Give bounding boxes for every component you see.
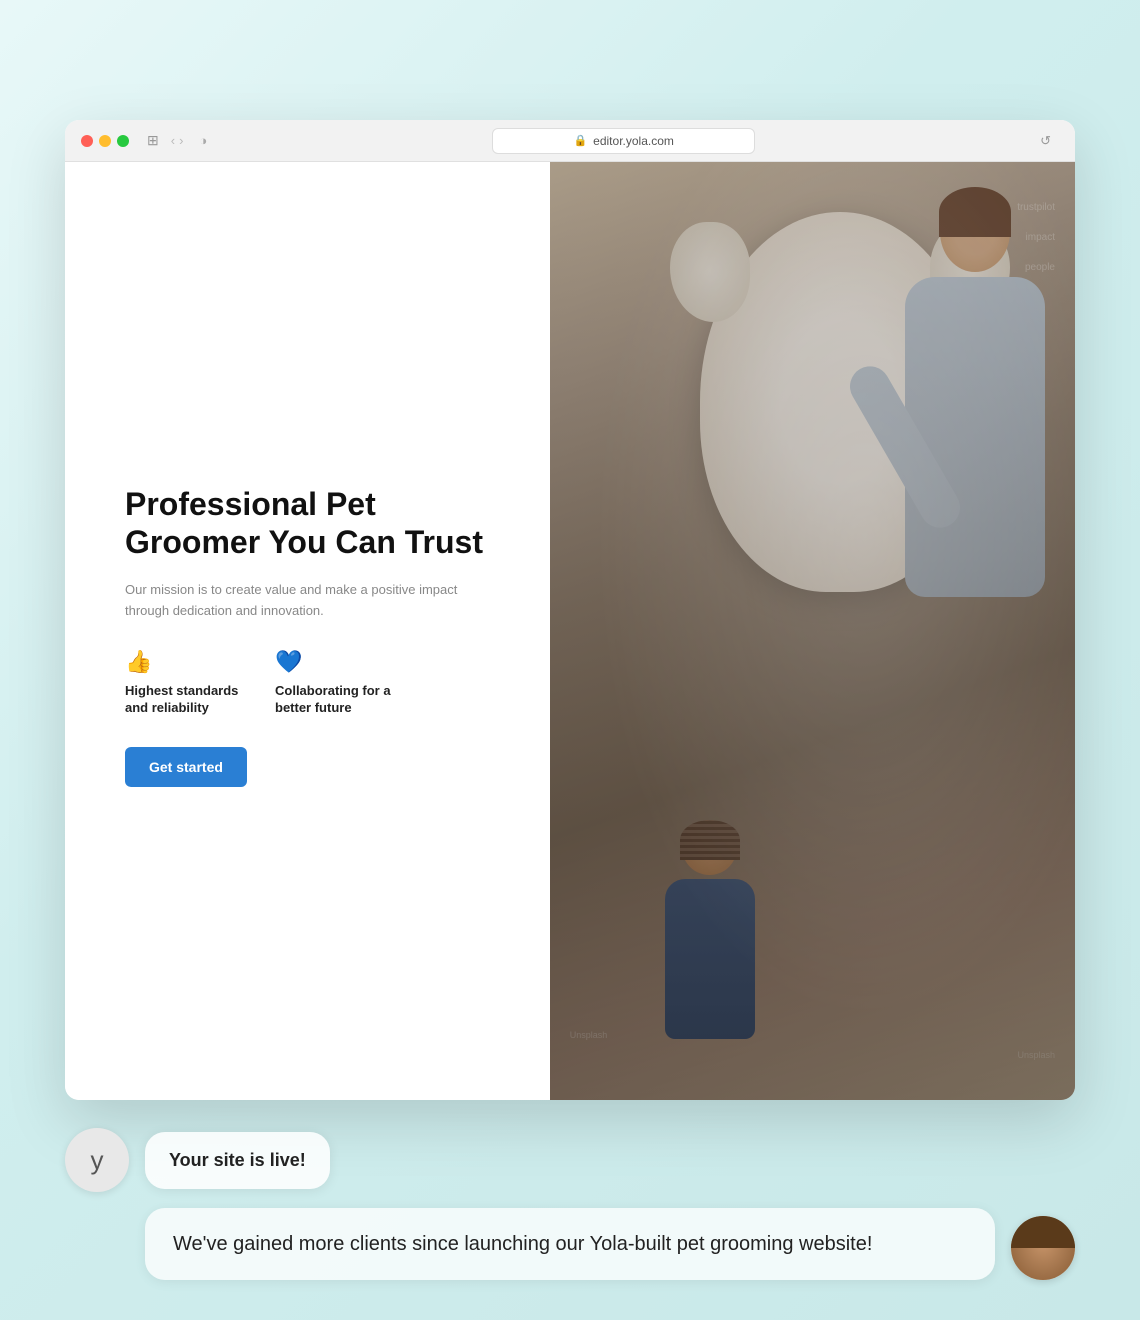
feature-collaboration: 💙 Collaborating for a better future: [275, 649, 395, 717]
thumbs-up-icon: 👍: [125, 649, 245, 675]
reload-button[interactable]: ↺: [1040, 133, 1051, 149]
back-button[interactable]: ‹: [171, 133, 175, 148]
avatar-face: [1011, 1216, 1075, 1280]
get-started-button[interactable]: Get started: [125, 747, 247, 787]
feature-collaboration-label: Collaborating for a better future: [275, 683, 395, 717]
feature-standards-label: Highest standards and reliability: [125, 683, 245, 717]
chat-bubble-1: Your site is live!: [145, 1132, 330, 1189]
chat-section: y Your site is live! We've gained more c…: [65, 1128, 1075, 1280]
forward-button[interactable]: ›: [179, 133, 183, 148]
hero-subtitle: Our mission is to create value and make …: [125, 580, 500, 622]
user-avatar: [1011, 1216, 1075, 1280]
nav-arrows: ‹ ›: [171, 133, 184, 148]
website-hero-right: trustpilot impact people Unsplash Unspla…: [550, 162, 1075, 1100]
hero-title: Professional Pet Groomer You Can Trust: [125, 485, 500, 562]
chat-bubble-2: We've gained more clients since launchin…: [145, 1208, 995, 1280]
chat-bubble-1-text: Your site is live!: [169, 1150, 306, 1170]
hero-image-bg: trustpilot impact people Unsplash Unspla…: [550, 162, 1075, 1100]
browser-window: ⊞ ‹ › ◑ 🔒 editor.yola.com ↺ Professional…: [65, 120, 1075, 1100]
chat-bubble-2-text: We've gained more clients since launchin…: [173, 1233, 872, 1255]
photo-overlay: [550, 162, 1075, 1100]
browser-toolbar: ⊞ ‹ › ◑ 🔒 editor.yola.com ↺: [65, 120, 1075, 162]
address-bar[interactable]: 🔒 editor.yola.com: [492, 128, 755, 154]
url-text: editor.yola.com: [593, 134, 674, 148]
website-content: Professional Pet Groomer You Can Trust O…: [65, 162, 1075, 1100]
features-row: 👍 Highest standards and reliability 💙 Co…: [125, 649, 500, 717]
security-icon: ◑: [199, 133, 207, 148]
chat-row-2: We've gained more clients since launchin…: [65, 1208, 1075, 1280]
close-button[interactable]: [81, 135, 93, 147]
sidebar-toggle-icon[interactable]: ⊞: [147, 132, 159, 149]
chat-row-1: y Your site is live!: [65, 1128, 1075, 1192]
traffic-lights: [81, 135, 129, 147]
feature-standards: 👍 Highest standards and reliability: [125, 649, 245, 717]
yola-avatar: y: [65, 1128, 129, 1192]
minimize-button[interactable]: [99, 135, 111, 147]
website-hero-left: Professional Pet Groomer You Can Trust O…: [65, 162, 550, 1100]
maximize-button[interactable]: [117, 135, 129, 147]
heart-icon: 💙: [275, 649, 395, 675]
yola-avatar-letter: y: [91, 1145, 104, 1176]
lock-icon: 🔒: [573, 134, 587, 147]
avatar-hair: [1011, 1216, 1075, 1248]
